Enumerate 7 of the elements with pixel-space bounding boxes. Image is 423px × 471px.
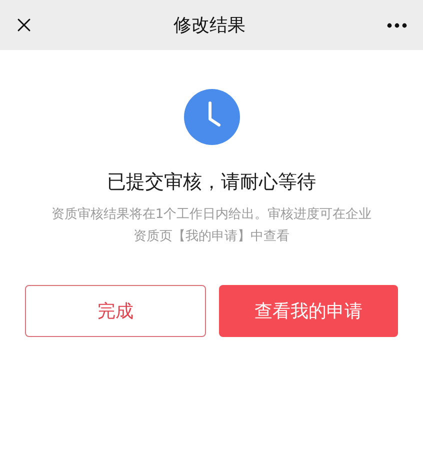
clock-icon xyxy=(184,89,240,145)
status-title: 已提交审核，请耐心等待 xyxy=(107,170,316,194)
view-application-button[interactable]: 查看我的申请 xyxy=(219,285,398,337)
status-description: 资质审核结果将在1个工作日内给出。审核进度可在企业资质页【我的申请】中查看 xyxy=(50,206,373,246)
done-button[interactable]: 完成 xyxy=(25,285,206,337)
more-icon xyxy=(387,22,407,28)
page-title: 修改结果 xyxy=(174,14,246,38)
